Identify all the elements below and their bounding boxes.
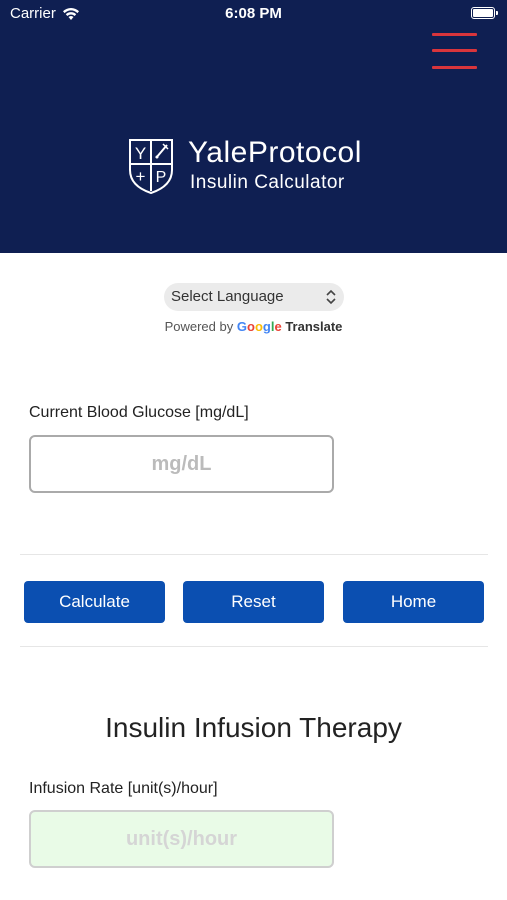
reset-button[interactable]: Reset <box>183 581 324 623</box>
yale-crest-icon: Y + P <box>129 139 173 194</box>
svg-text:Y: Y <box>135 144 146 163</box>
powered-by-label: Powered by <box>164 319 234 334</box>
home-button[interactable]: Home <box>343 581 484 623</box>
glucose-label: Current Blood Glucose [mg/dL] <box>29 404 249 421</box>
logo-title: YaleProtocol <box>188 136 362 169</box>
hamburger-menu-icon[interactable] <box>432 33 477 73</box>
svg-text:P: P <box>156 169 167 186</box>
divider-top <box>20 554 488 555</box>
therapy-title: Insulin Infusion Therapy <box>105 712 402 743</box>
calculate-button[interactable]: Calculate <box>24 581 165 623</box>
status-time: 6:08 PM <box>225 5 282 22</box>
infusion-rate-output <box>29 810 334 868</box>
status-bar: Carrier 6:08 PM <box>0 0 507 28</box>
language-select-label: Select Language <box>171 288 284 305</box>
infusion-rate-label: Infusion Rate [unit(s)/hour] <box>29 780 218 797</box>
app-logo: Y + P YaleProtocol Insulin Calculator <box>128 138 362 194</box>
powered-by-google-translate: Powered by Google Translate <box>0 319 507 334</box>
svg-text:+: + <box>136 167 146 186</box>
battery-icon <box>471 7 498 19</box>
google-logo: Google <box>236 319 282 334</box>
glucose-input[interactable] <box>29 435 334 493</box>
app-header: Carrier 6:08 PM Y + P YaleProtocol Insul… <box>0 0 507 253</box>
language-select[interactable]: Select Language <box>164 283 344 311</box>
logo-subtitle: Insulin Calculator <box>190 172 345 193</box>
chevron-up-down-icon <box>326 289 336 305</box>
divider-bottom <box>20 646 488 647</box>
translate-label: Translate <box>285 319 343 334</box>
